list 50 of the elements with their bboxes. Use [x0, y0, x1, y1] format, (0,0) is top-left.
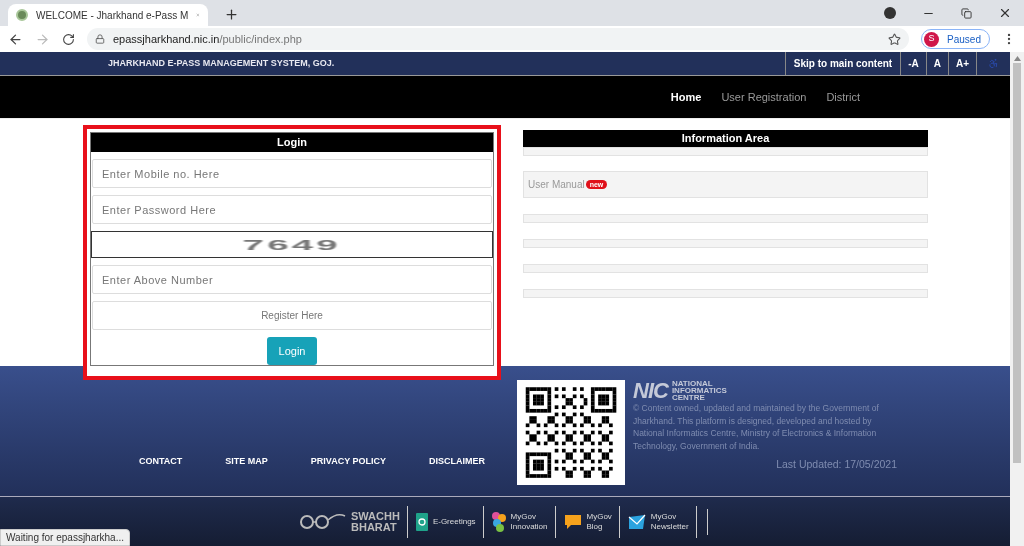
font-size-button[interactable]: -A: [900, 52, 926, 75]
partner-link[interactable]: E-Greetings: [407, 505, 484, 538]
partner-link[interactable]: MyGov Newsletter: [619, 505, 697, 538]
lock-icon: [95, 34, 105, 44]
bulb-icon: [490, 510, 507, 533]
scroll-up-icon[interactable]: [1013, 56, 1021, 61]
close-window-icon[interactable]: [998, 6, 1012, 20]
back-icon[interactable]: [8, 31, 23, 47]
font-size-button[interactable]: A+: [947, 52, 976, 75]
star-icon[interactable]: [888, 32, 902, 46]
envelope-icon: [626, 512, 647, 531]
address-field[interactable]: epassjharkhand.nic.in/public/index.php: [87, 28, 910, 50]
nav-link[interactable]: User Registration: [721, 88, 807, 106]
skip-link[interactable]: Skip to main content: [784, 52, 901, 75]
partner-link[interactable]: MyGov Blog: [555, 505, 620, 538]
reload-icon[interactable]: [62, 32, 75, 46]
partner-link[interactable]: MyGov Innovation: [483, 505, 556, 538]
speech-bubble-icon: [562, 512, 583, 531]
footer-link[interactable]: CONTACT: [139, 454, 183, 468]
information-title: Information Area: [523, 130, 928, 147]
nav-link[interactable]: District: [826, 88, 860, 106]
status-tooltip: Waiting for epassjharkha...: [0, 529, 131, 546]
profile-status: Paused: [947, 32, 981, 47]
footer-notice: © Content owned, updated and maintained by the Government of Jharkhand. This platform is designed, developed and hosted by National Informatics Centre, Ministry of Electronics & Information Technology, Government of India.: [633, 402, 880, 452]
footer-link[interactable]: DISCLAIMER: [429, 454, 486, 468]
footer-link[interactable]: SITE MAP: [225, 454, 268, 468]
tab-title: WELCOME - Jharkhand e-Pass M: [36, 8, 189, 23]
register-link[interactable]: Register Here: [92, 301, 492, 330]
input-field[interactable]: Enter Password Here: [92, 195, 492, 224]
last-updated: Last Updated: 17/05/2021: [776, 457, 897, 472]
url-text: epassjharkhand.nic.in/public/index.php: [113, 31, 302, 47]
footer-link[interactable]: PRIVACY POLICY: [310, 454, 387, 468]
browser-tab[interactable]: WELCOME - Jharkhand e-Pass M: [8, 4, 208, 26]
avatar-icon: S: [924, 31, 940, 47]
font-size-button[interactable]: A: [925, 52, 948, 75]
new-tab-icon[interactable]: [224, 7, 239, 22]
site-title: JHARKHAND E-PASS MANAGEMENT SYSTEM, GOJ.: [108, 56, 335, 70]
nic-name: NATIONAL INFORMATICS CENTRE: [671, 380, 727, 401]
partner-link[interactable]: SWACHH BHARAT: [288, 505, 408, 538]
extension-icon[interactable]: [884, 7, 896, 19]
nic-logo: NIC: [633, 380, 668, 401]
scrollbar-thumb[interactable]: [1013, 63, 1021, 463]
login-title: Login: [91, 133, 493, 152]
e-card-icon: [414, 511, 429, 532]
nav-link[interactable]: Home: [670, 88, 702, 106]
favicon-icon: [16, 9, 28, 21]
captcha-image: 7649: [91, 231, 493, 258]
input-field[interactable]: Enter Mobile no. Here: [92, 159, 492, 188]
restore-icon[interactable]: [961, 7, 972, 19]
input-field[interactable]: Enter Above Number: [92, 265, 492, 294]
